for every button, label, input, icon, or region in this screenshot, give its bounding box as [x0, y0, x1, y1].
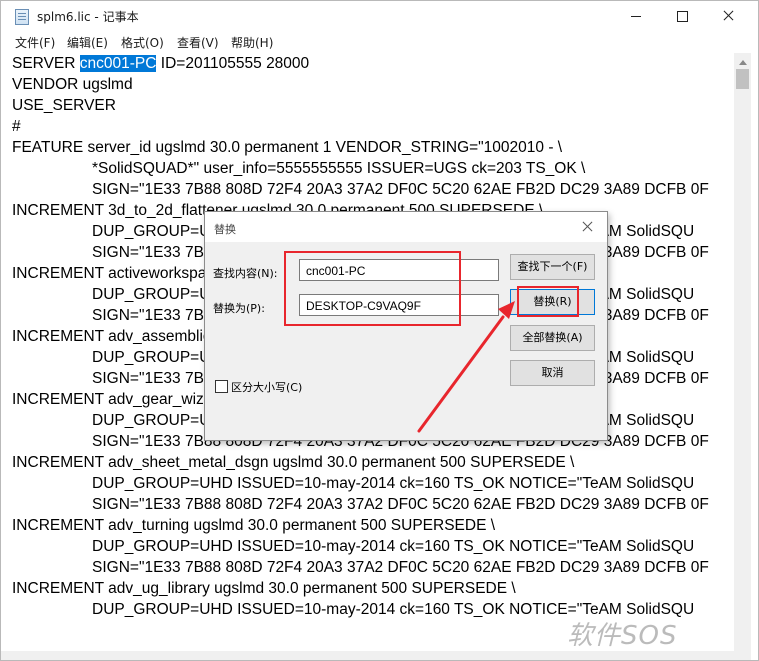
text-line: SIGN="1E33 7B88 808D 72F4 20A3 37A2 DF0C…: [92, 496, 709, 513]
vertical-scrollbar[interactable]: [734, 53, 751, 660]
text-line: INCREMENT adv_ug_library ugslmd 30.0 per…: [12, 580, 516, 597]
find-label: 查找内容(N):: [213, 267, 278, 280]
watermark: 软件SOS: [567, 621, 678, 651]
title-bar: splm6.lic - 记事本: [1, 1, 758, 31]
match-case-label[interactable]: 区分大小写(C): [231, 379, 302, 395]
text-line: *SolidSQUAD*" user_info=5555555555 ISSUE…: [92, 160, 586, 177]
menu-format[interactable]: 格式(O): [121, 34, 164, 51]
menu-edit[interactable]: 编辑(E): [67, 34, 108, 51]
minimize-icon[interactable]: [613, 1, 659, 31]
highlight-box-replace: [517, 286, 579, 317]
menu-view[interactable]: 查看(V): [177, 34, 219, 51]
window-title: splm6.lic - 记事本: [37, 10, 139, 24]
close-icon[interactable]: [705, 1, 751, 31]
text-line: SIGN="1E33 7B88 808D 72F4 20A3 37A2 DF0C…: [92, 559, 709, 576]
selected-text: cnc001-PC: [79, 55, 157, 72]
replace-dialog: 替换 查找内容(N): cnc001-PC 替换为(P): DESKTOP-C9…: [204, 211, 608, 441]
menu-file[interactable]: 文件(F): [15, 34, 55, 51]
find-next-button[interactable]: 查找下一个(F): [510, 254, 595, 280]
cancel-button[interactable]: 取消: [510, 360, 595, 386]
scroll-thumb[interactable]: [736, 69, 749, 89]
text-line: #: [12, 118, 21, 135]
text-line: INCREMENT adv_turning ugslmd 30.0 perman…: [12, 517, 496, 534]
scroll-up-icon[interactable]: [739, 60, 747, 65]
dialog-title: 替换: [214, 223, 236, 236]
text-line: DUP_GROUP=UHD ISSUED=10-may-2014 ck=160 …: [92, 538, 695, 555]
replace-label: 替换为(P):: [213, 302, 265, 315]
maximize-icon[interactable]: [659, 1, 705, 31]
menu-bar: 文件(F) 编辑(E) 格式(O) 查看(V) 帮助(H): [1, 31, 758, 53]
text-line: SIGN="1E33 7B88 808D 72F4 20A3 37A2 DF0C…: [92, 181, 709, 198]
text-line: SERVER cnc001-PC ID=201105555 28000: [12, 55, 310, 72]
menu-help[interactable]: 帮助(H): [231, 34, 273, 51]
replace-all-button[interactable]: 全部替换(A): [510, 325, 595, 351]
horizontal-scrollbar[interactable]: [1, 651, 734, 660]
close-icon[interactable]: [577, 218, 599, 236]
text-line: FEATURE server_id ugslmd 30.0 permanent …: [12, 139, 563, 156]
text-line: VENDOR ugslmd: [12, 76, 133, 93]
text-line: DUP_GROUP=UHD ISSUED=10-may-2014 ck=160 …: [92, 475, 695, 492]
notepad-window: splm6.lic - 记事本 文件(F) 编辑(E) 格式(O) 查看(V) …: [0, 0, 759, 661]
highlight-box-fields: [284, 251, 461, 326]
notepad-icon: [15, 9, 29, 25]
match-case-checkbox[interactable]: [215, 380, 228, 393]
text-line: INCREMENT adv_sheet_metal_dsgn ugslmd 30…: [12, 454, 575, 471]
text-line: USE_SERVER: [12, 97, 116, 114]
dialog-title-bar: 替换: [205, 212, 607, 242]
